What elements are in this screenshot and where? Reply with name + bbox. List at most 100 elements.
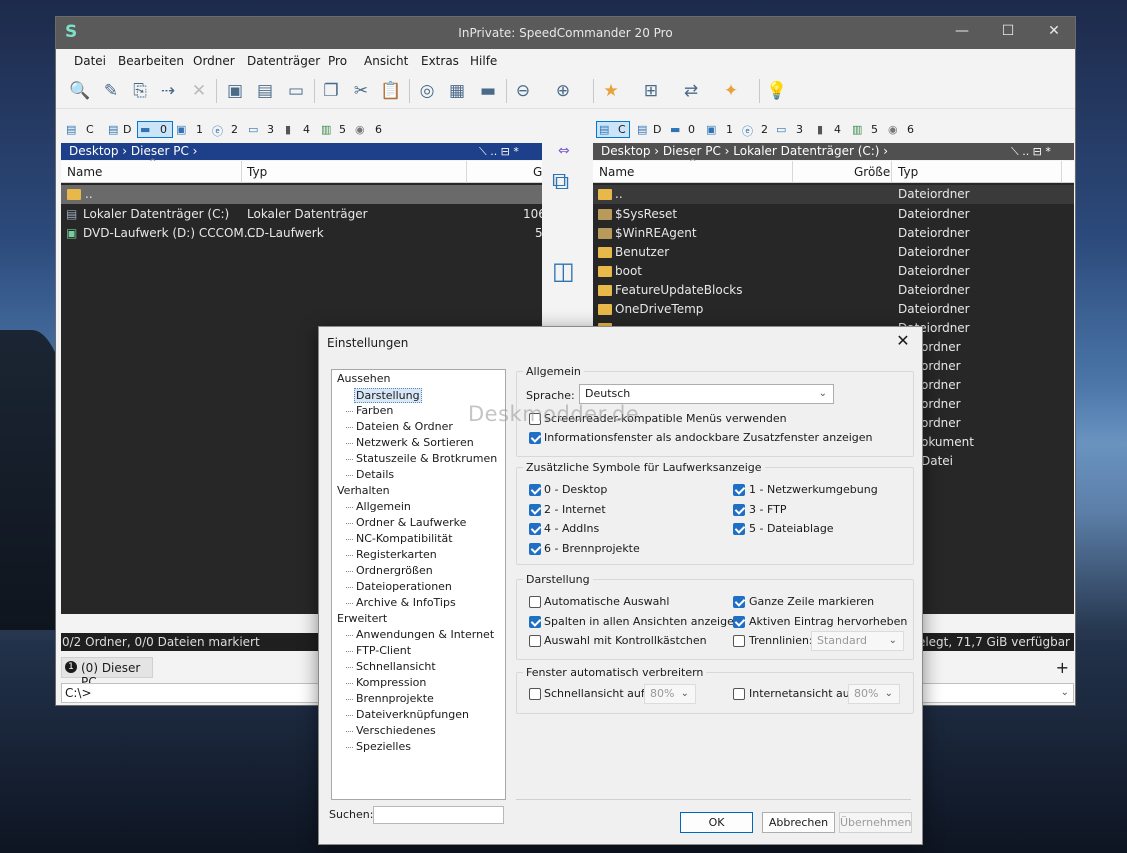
- symbol-desktop-checkbox[interactable]: [529, 484, 541, 496]
- move-file-icon[interactable]: ⇢: [156, 79, 180, 103]
- drive-1[interactable]: 1: [196, 123, 203, 136]
- edit-file-icon[interactable]: ✎: [99, 79, 123, 103]
- tree-item[interactable]: Erweitert: [337, 612, 387, 625]
- left-path-text[interactable]: Desktop › Dieser PC ›: [69, 144, 197, 158]
- col-typ[interactable]: Typ: [247, 165, 267, 179]
- drive-5[interactable]: 5: [339, 123, 346, 136]
- burn-disc-icon[interactable]: ◉: [355, 123, 365, 136]
- paste-icon[interactable]: 📋: [379, 79, 403, 103]
- sync-icon[interactable]: ⇄: [679, 79, 703, 103]
- full-row-checkbox[interactable]: [733, 596, 745, 608]
- search-input[interactable]: [373, 806, 504, 824]
- drive-3[interactable]: 3: [267, 123, 274, 136]
- drive-d-icon[interactable]: ▤: [637, 123, 647, 136]
- chevron-down-icon[interactable]: ⌄: [1061, 684, 1069, 702]
- quick-view-icon[interactable]: ◎: [415, 79, 439, 103]
- tree-item-selected[interactable]: Darstellung: [354, 388, 422, 403]
- tree-item[interactable]: Brennprojekte: [346, 692, 434, 705]
- list-item[interactable]: ▤ Lokaler Datenträger (C:) Lokaler Datentr…: [61, 205, 546, 224]
- tree-item[interactable]: Kompression: [345, 676, 426, 689]
- drive-2[interactable]: 2: [231, 123, 238, 136]
- left-breadcrumb[interactable]: Desktop › Dieser PC › ⟍ .. ⊟ *: [61, 143, 542, 160]
- cancel-button[interactable]: Abbrechen: [762, 812, 835, 833]
- col-typ[interactable]: Typ: [898, 165, 918, 179]
- favorite-folder-icon[interactable]: ✦: [719, 79, 743, 103]
- menu-datei[interactable]: Datei: [74, 54, 106, 68]
- cut-icon[interactable]: ✂: [349, 79, 373, 103]
- back-icon[interactable]: ⊖: [511, 79, 535, 103]
- tree-item[interactable]: NC-Kompatibilität: [346, 532, 453, 545]
- info-window-checkbox[interactable]: [529, 432, 541, 444]
- symbol-ftp-checkbox[interactable]: [733, 504, 745, 516]
- drive-3[interactable]: 3: [796, 123, 803, 136]
- drive-6[interactable]: 6: [907, 123, 914, 136]
- ftp-icon[interactable]: ▭: [776, 123, 786, 136]
- quickview-percent-select[interactable]: 80% ⌄: [644, 684, 696, 704]
- burn-disc-icon[interactable]: ◉: [888, 123, 898, 136]
- symbol-dateiablage-checkbox[interactable]: [733, 523, 745, 535]
- forward-icon[interactable]: ⊕: [551, 79, 575, 103]
- tree-item[interactable]: Aussehen: [337, 372, 390, 385]
- minimize-button[interactable]: —: [947, 23, 977, 43]
- menu-datentraeger[interactable]: Datenträger: [247, 54, 320, 68]
- list-item[interactable]: OneDriveTemp Dateiordner: [593, 300, 1074, 319]
- path-tools-icon[interactable]: ⟍ .. ⊟ *: [479, 143, 519, 160]
- desktop-icon[interactable]: ▬: [670, 123, 680, 136]
- drive-6[interactable]: 6: [375, 123, 382, 136]
- tree-item[interactable]: Farben: [345, 404, 393, 417]
- file-search-icon[interactable]: 🔍: [68, 79, 92, 103]
- drive-d[interactable]: D: [123, 123, 131, 136]
- addins-icon[interactable]: ▮: [285, 123, 291, 136]
- drive-5[interactable]: 5: [871, 123, 878, 136]
- symbol-brennprojekte-checkbox[interactable]: [529, 543, 541, 555]
- internetview-widen-checkbox[interactable]: [733, 688, 745, 700]
- tab-dieser-pc[interactable]: 1 (0) Dieser PC: [61, 657, 153, 689]
- menu-ordner[interactable]: Ordner: [193, 54, 235, 68]
- columns-all-views-checkbox[interactable]: [529, 616, 541, 628]
- desktop-icon[interactable]: ▬: [140, 123, 150, 136]
- drive-4[interactable]: 4: [834, 123, 841, 136]
- drive-2[interactable]: 2: [761, 123, 768, 136]
- menu-bearbeiten[interactable]: Bearbeiten: [118, 54, 184, 68]
- tree-item[interactable]: Ordner & Laufwerke: [345, 516, 466, 529]
- right-breadcrumb[interactable]: Desktop › Dieser PC › Lokaler Datenträge…: [593, 143, 1074, 160]
- close-button[interactable]: ✕: [1039, 23, 1069, 43]
- favorites-star-icon[interactable]: ★: [599, 79, 623, 103]
- list-item[interactable]: Benutzer Dateiordner: [593, 243, 1074, 262]
- tree-item[interactable]: Verhalten: [337, 484, 390, 497]
- list-item[interactable]: FeatureUpdateBlocks Dateiordner: [593, 281, 1074, 300]
- tree-item[interactable]: Statuszeile & Brotkrumen: [345, 452, 497, 465]
- menu-pro[interactable]: Pro: [328, 54, 347, 68]
- list-item[interactable]: $WinREAgent Dateiordner: [593, 224, 1074, 243]
- separator-lines-checkbox[interactable]: [733, 635, 745, 647]
- dialog-close-button[interactable]: ✕: [890, 331, 916, 353]
- list-item[interactable]: .. Dateiordner: [593, 185, 1074, 204]
- addins-icon[interactable]: ▮: [817, 123, 823, 136]
- tree-item[interactable]: Netzwerk & Sortieren: [346, 436, 474, 449]
- tip-lightbulb-icon[interactable]: 💡: [765, 79, 789, 103]
- col-name[interactable]: Name: [599, 165, 634, 179]
- col-name[interactable]: Name: [67, 165, 102, 179]
- folder-tree-icon[interactable]: ⊞: [639, 79, 663, 103]
- tree-item[interactable]: Verschiedenes: [346, 724, 436, 737]
- drive-c-icon[interactable]: ▤: [599, 123, 609, 136]
- drive-c[interactable]: C: [86, 123, 94, 136]
- symbol-internet-checkbox[interactable]: [529, 504, 541, 516]
- tree-item[interactable]: Details: [345, 468, 394, 481]
- tree-item[interactable]: Allgemein: [346, 500, 411, 513]
- quickview-widen-checkbox[interactable]: [529, 688, 541, 700]
- auto-select-checkbox[interactable]: [529, 596, 541, 608]
- ok-button[interactable]: OK: [680, 812, 753, 833]
- right-path-text[interactable]: Desktop › Dieser PC › Lokaler Datenträge…: [601, 144, 888, 158]
- clipboard-copy-icon[interactable]: ❐: [319, 79, 343, 103]
- highlight-active-checkbox[interactable]: [733, 616, 745, 628]
- ftp-icon[interactable]: ▭: [248, 123, 258, 136]
- menu-hilfe[interactable]: Hilfe: [470, 54, 497, 68]
- tree-item[interactable]: Schnellansicht: [346, 660, 436, 673]
- col-size[interactable]: Größe: [854, 165, 890, 179]
- tree-item[interactable]: Dateiverknüpfungen: [346, 708, 469, 721]
- tree-item[interactable]: Registerkarten: [346, 548, 437, 561]
- symbol-addins-checkbox[interactable]: [529, 523, 541, 535]
- archive-icon[interactable]: ▣: [223, 79, 247, 103]
- tree-item[interactable]: Spezielles: [346, 740, 411, 753]
